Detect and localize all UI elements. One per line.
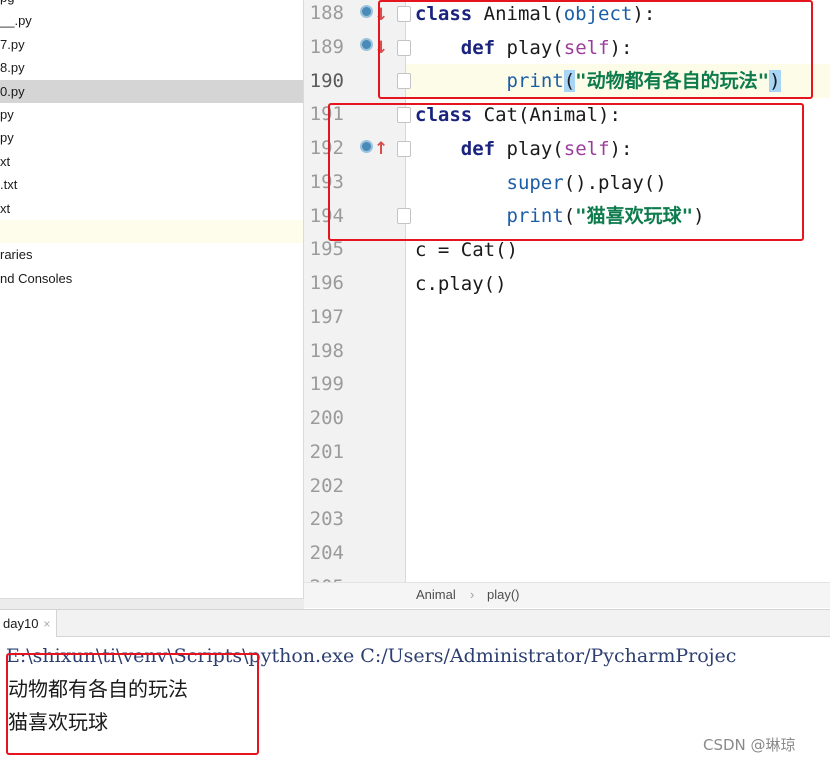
line-number: 190 — [309, 69, 344, 92]
tree-item[interactable]: xt — [0, 197, 303, 220]
overridden-method-icon[interactable] — [360, 5, 373, 18]
annotation-box-output — [6, 653, 259, 755]
project-tree: pg__.py7.py8.py0.pypypyxt.txtxtrariesnd … — [0, 0, 304, 598]
line-number: 197 — [309, 305, 344, 328]
breadcrumb-separator: › — [470, 587, 475, 602]
project-tree-scrollbar[interactable] — [0, 598, 304, 609]
line-number: 188 — [309, 2, 344, 24]
tree-item[interactable]: __.py — [0, 9, 303, 32]
run-tab-day10[interactable]: day10 × — [0, 610, 58, 637]
line-number: 199 — [309, 373, 344, 396]
line-number: 200 — [309, 407, 344, 429]
tree-item[interactable]: 7.py — [0, 33, 303, 56]
breadcrumb-class[interactable]: Animal — [416, 583, 456, 607]
line-number: 204 — [309, 542, 344, 564]
line-number: 201 — [309, 440, 344, 463]
breadcrumb-method[interactable]: play() — [487, 583, 520, 607]
tree-item[interactable]: py — [0, 126, 303, 149]
run-tab-bar: day10 × — [0, 609, 830, 637]
annotation-box-cat — [328, 103, 804, 241]
tree-item[interactable] — [0, 220, 303, 243]
breadcrumb: Animal › play() — [304, 582, 830, 608]
line-number: 203 — [309, 508, 344, 531]
tree-item[interactable]: py — [0, 103, 303, 126]
close-icon[interactable]: × — [43, 617, 50, 631]
overridden-method-icon[interactable] — [360, 38, 373, 51]
line-number: 196 — [309, 272, 344, 294]
line-number: 198 — [309, 339, 344, 362]
annotation-box-animal — [378, 0, 813, 99]
run-tab-label: day10 — [3, 616, 39, 631]
code-line-196[interactable]: c.play() — [415, 267, 507, 301]
tree-item[interactable]: 8.py — [0, 56, 303, 79]
tree-item[interactable]: pg — [0, 0, 303, 9]
tree-item[interactable]: nd Consoles — [0, 267, 303, 290]
line-number: 202 — [309, 474, 344, 497]
tree-item[interactable]: raries — [0, 243, 303, 266]
tree-item[interactable]: 0.py — [0, 79, 303, 103]
tree-item[interactable]: xt — [0, 150, 303, 173]
watermark: CSDN @琳琼 — [703, 736, 796, 754]
tree-item[interactable]: .txt — [0, 173, 303, 196]
line-number: 189 — [309, 35, 344, 58]
